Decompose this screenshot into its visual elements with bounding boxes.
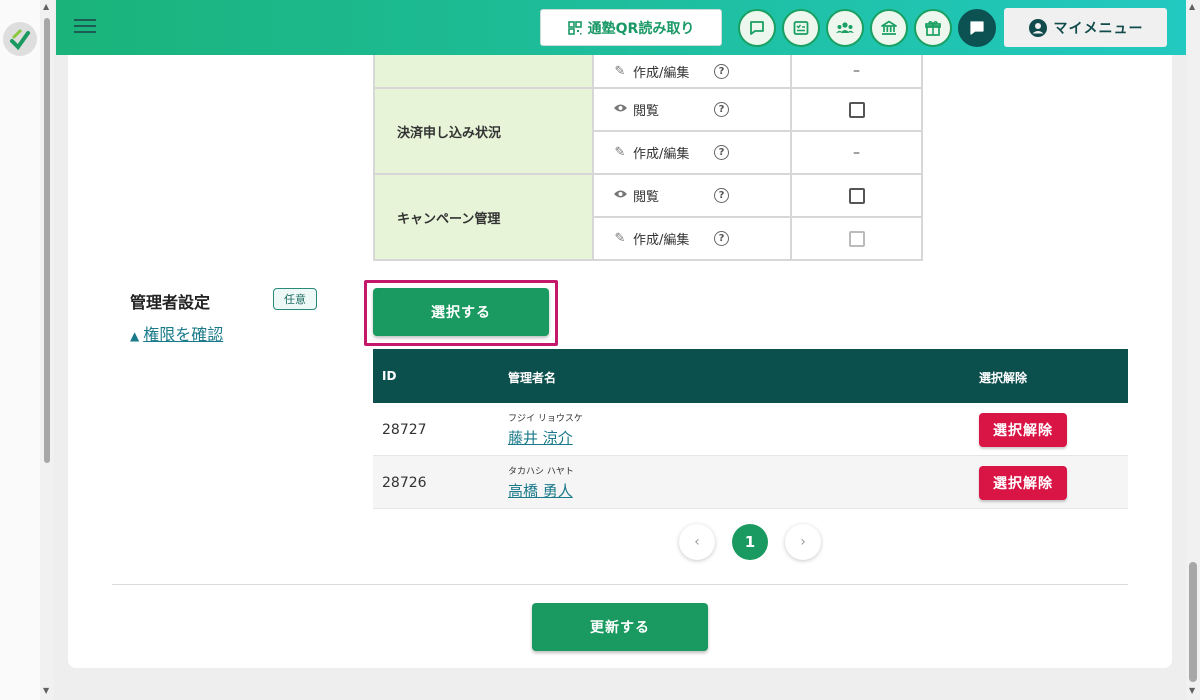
permission-value (792, 175, 923, 218)
eye-icon (612, 188, 628, 203)
permission-row: ✎ 作成/編集 ? (594, 218, 792, 261)
scroll-up-icon[interactable]: ▲ (1189, 2, 1195, 11)
help-icon[interactable]: ? (714, 63, 729, 79)
view-checkbox[interactable] (848, 187, 865, 204)
checklist-icon[interactable] (782, 9, 820, 47)
left-scrollbar[interactable]: ▲ ▼ (40, 0, 54, 700)
optional-badge: 任意 (273, 288, 317, 310)
permission-row: 閲覧 ? (594, 89, 792, 132)
permission-category: キャンペーン管理 (373, 175, 594, 261)
admin-kana: フジイ リョウスケ (508, 414, 583, 424)
permission-label: 作成/編集 (633, 233, 690, 248)
check-permissions-label: 権限を確認 (143, 325, 224, 344)
admin-table: ID 管理者名 選択解除 28727 フジイ リョウスケ 藤井 涼介 選択解除 … (373, 349, 1128, 509)
scroll-up-icon[interactable]: ▲ (43, 2, 49, 11)
admin-id: 28727 (382, 422, 427, 438)
chevron-right-icon: › (800, 534, 806, 550)
header-deselect: 選択解除 (979, 371, 1028, 385)
help-icon[interactable]: ? (714, 145, 729, 160)
hamburger-menu-icon[interactable] (74, 16, 96, 38)
scroll-down-icon[interactable]: ▼ (1189, 686, 1195, 695)
check-permissions-link[interactable]: ▲ 権限を確認 (130, 321, 223, 345)
category-label: 決済申し込み状況 (397, 125, 502, 141)
permission-row: ✎ 作成/編集 ? (594, 132, 792, 175)
chat-icon[interactable] (738, 9, 776, 47)
top-header: 通塾QR読み取り マイメニュー (56, 0, 1186, 55)
eye-icon (612, 102, 628, 117)
permission-value: – (792, 55, 923, 89)
next-page-button[interactable]: › (785, 524, 821, 560)
admin-settings-title: 管理者設定 (130, 293, 211, 312)
permission-category (373, 55, 594, 89)
admin-name-link[interactable]: 藤井 涼介 (508, 427, 573, 448)
help-icon[interactable]: ? (714, 188, 729, 203)
permission-label: 作成/編集 (633, 147, 690, 162)
deselect-button[interactable]: 選択解除 (979, 413, 1067, 447)
pencil-icon: ✎ (614, 63, 626, 79)
left-rail (0, 0, 40, 700)
message-icon[interactable] (958, 9, 996, 47)
scroll-down-icon[interactable]: ▼ (43, 686, 49, 695)
permission-label: 作成/編集 (633, 65, 690, 81)
dash-text: – (853, 144, 860, 161)
app-logo-icon[interactable] (3, 22, 37, 56)
qr-scan-label: 通塾QR読み取り (587, 20, 695, 37)
pencil-icon: ✎ (614, 145, 626, 160)
view-checkbox[interactable] (848, 101, 865, 118)
admin-table-header: ID 管理者名 選択解除 (373, 349, 1128, 403)
deselect-button[interactable]: 選択解除 (979, 466, 1067, 500)
left-scrollbar-thumb[interactable] (44, 18, 50, 463)
account-circle-icon (1028, 18, 1047, 37)
triangle-up-icon: ▲ (130, 329, 140, 343)
group-icon[interactable] (826, 9, 864, 47)
permission-label: 閲覧 (633, 190, 660, 205)
page-scrollbar-thumb[interactable] (1189, 562, 1197, 682)
permission-value (792, 89, 923, 132)
edit-checkbox-disabled (848, 230, 865, 247)
admin-id: 28726 (382, 475, 427, 491)
permission-category: 決済申し込み状況 (373, 89, 594, 175)
institution-icon[interactable] (870, 9, 908, 47)
select-admin-button[interactable]: 選択する (373, 288, 549, 336)
category-label: キャンペーン管理 (397, 211, 501, 227)
prev-page-button[interactable]: ‹ (679, 524, 715, 560)
update-button[interactable]: 更新する (532, 603, 708, 651)
main-card: ✎ 作成/編集 ? – 決済申し込み状況 閲覧 ? ✎ 作成/編集 ? – キャ… (68, 55, 1172, 668)
permission-label: 閲覧 (633, 104, 660, 119)
gift-icon[interactable] (914, 9, 952, 47)
help-icon[interactable]: ? (714, 231, 729, 246)
admin-name-link[interactable]: 高橋 勇人 (508, 480, 573, 501)
admin-kana: タカハシ ハヤト (508, 467, 574, 477)
header-id: ID (382, 369, 397, 383)
page-1-button[interactable]: 1 (732, 524, 768, 560)
dash-text: – (853, 63, 860, 79)
page-scrollbar[interactable]: ▲ ▼ (1186, 0, 1200, 700)
permission-row: 閲覧 ? (594, 175, 792, 218)
table-row: 28726 タカハシ ハヤト 高橋 勇人 選択解除 (373, 456, 1128, 509)
my-menu-button[interactable]: マイメニュー (1004, 8, 1167, 47)
pencil-icon: ✎ (614, 231, 626, 246)
chevron-left-icon: ‹ (694, 534, 700, 550)
my-menu-label: マイメニュー (1053, 20, 1144, 37)
permission-row: ✎ 作成/編集 ? (594, 55, 792, 89)
header-name: 管理者名 (508, 371, 557, 385)
section-divider (112, 584, 1128, 585)
qr-code-icon (567, 20, 582, 35)
qr-scan-button[interactable]: 通塾QR読み取り (540, 9, 722, 46)
permission-value (792, 218, 923, 261)
table-row: 28727 フジイ リョウスケ 藤井 涼介 選択解除 (373, 403, 1128, 456)
help-icon[interactable]: ? (714, 102, 729, 117)
permission-value: – (792, 132, 923, 175)
